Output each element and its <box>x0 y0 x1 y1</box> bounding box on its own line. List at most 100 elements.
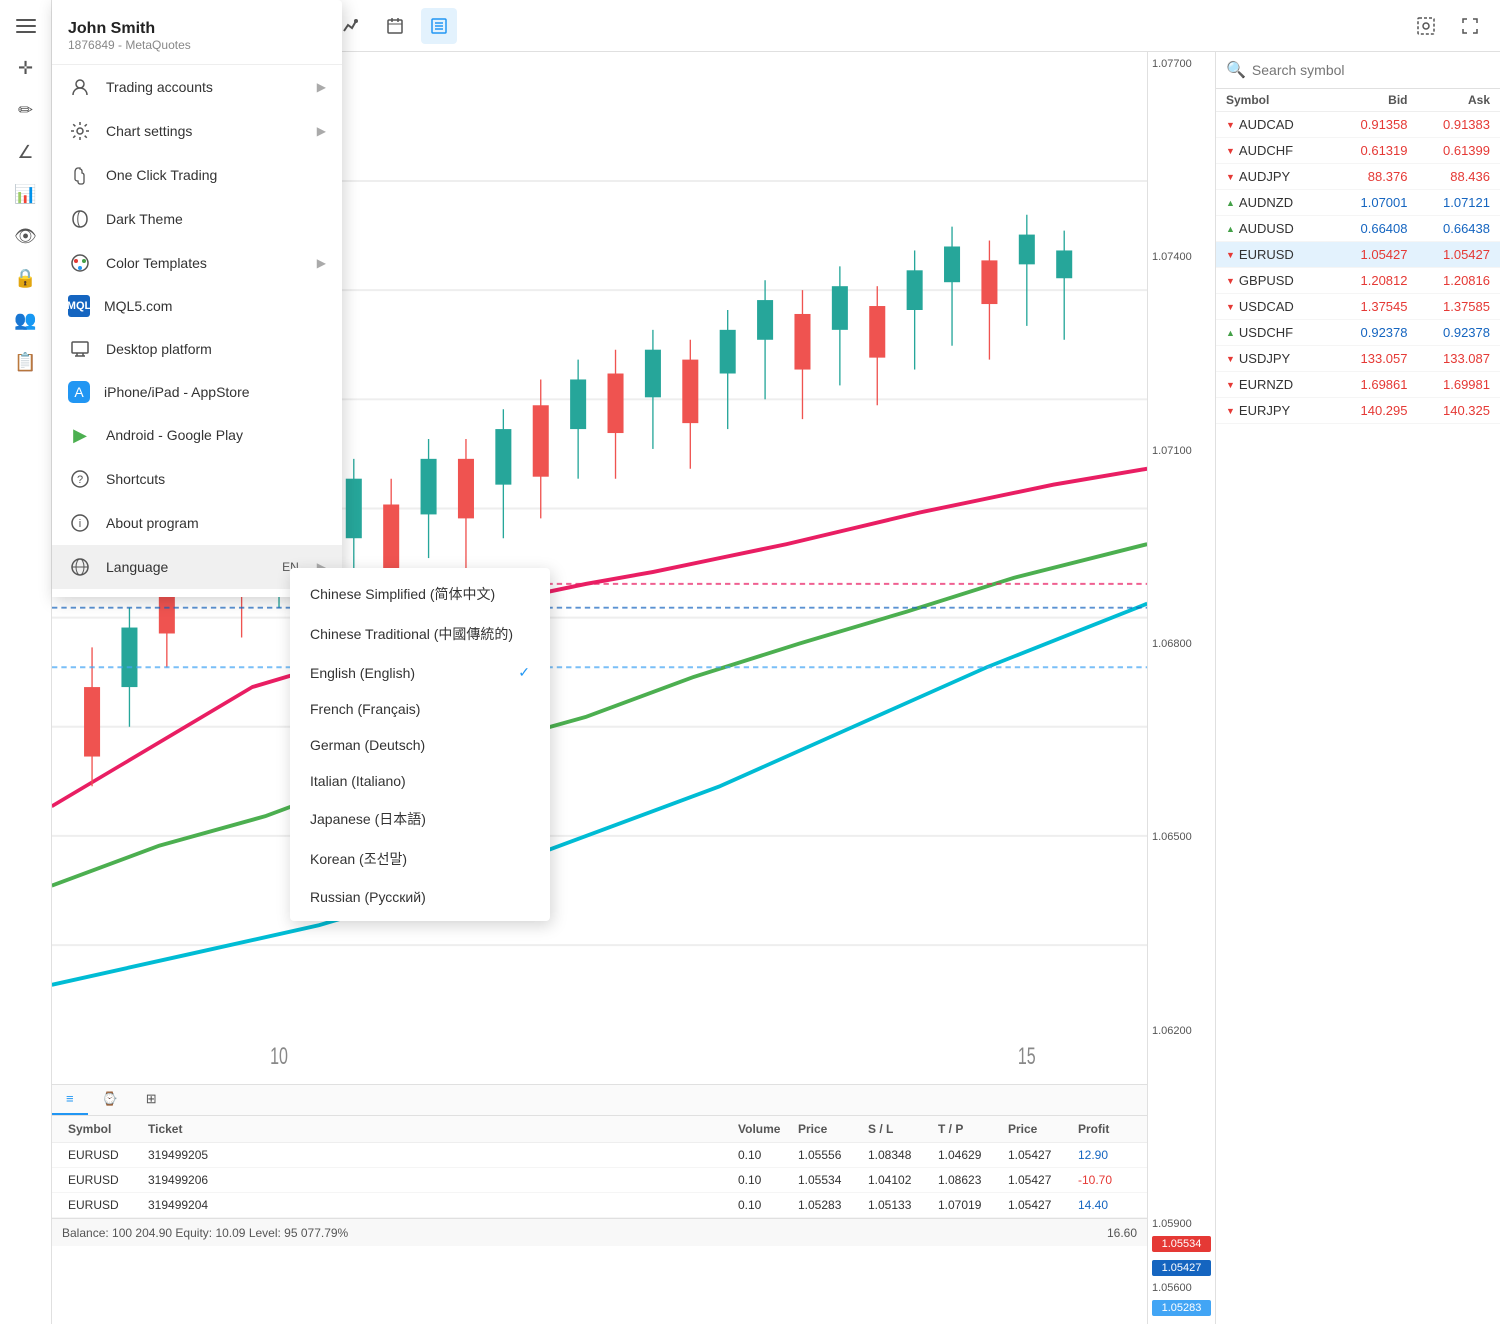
lang-item-chinese-simplified[interactable]: Chinese Simplified (简体中文) <box>290 574 550 614</box>
lang-item-english[interactable]: English (English) ✓ <box>290 654 550 691</box>
lang-item-japanese[interactable]: Japanese (日本語) <box>290 799 550 839</box>
watchlist-row[interactable]: ▼ AUDCHF 0.61319 0.61399 <box>1216 138 1500 164</box>
trades-table-header: Symbol Ticket Volume Price S / L T / P P… <box>52 1116 1147 1143</box>
bottom-tabs: ≡ ⌚ ⊞ <box>52 1085 1147 1116</box>
lang-item-italian[interactable]: Italian (Italiano) <box>290 763 550 799</box>
watchlist-search: 🔍 <box>1216 52 1500 89</box>
watchlist-row[interactable]: ▼ EURNZD 1.69861 1.69981 <box>1216 372 1500 398</box>
price-1: 1.07700 <box>1150 56 1213 72</box>
lang-label-italian: Italian (Italiano) <box>310 773 406 789</box>
sidebar-icon-list[interactable]: 📋 <box>8 344 44 380</box>
total-profit: 16.60 <box>1107 1226 1137 1240</box>
wl-bid: 0.61319 <box>1325 143 1408 158</box>
wl-bid: 1.05427 <box>1325 247 1408 262</box>
menu-item-one-click-trading[interactable]: One Click Trading <box>52 153 342 197</box>
level-text: .09 Level: 95 077.79% <box>229 1226 348 1240</box>
dropdown-menu: John Smith 1876849 - MetaQuotes Trading … <box>52 0 342 597</box>
menu-user-section: John Smith 1876849 - MetaQuotes <box>52 8 342 65</box>
toolbar-list-btn[interactable] <box>421 8 457 44</box>
cell-price-3: 1.05283 <box>792 1196 862 1214</box>
trading-accounts-arrow: ▶ <box>317 80 326 94</box>
wl-symbol: ▲ AUDUSD <box>1226 221 1325 236</box>
lang-label-chinese-traditional: Chinese Traditional (中國傳統的) <box>310 624 513 644</box>
direction-arrow: ▲ <box>1226 198 1235 208</box>
price-tag-dark-blue: 1.05427 <box>1152 1260 1211 1276</box>
menu-item-dark-theme[interactable]: Dark Theme <box>52 197 342 241</box>
menu-item-android-google[interactable]: ▶ Android - Google Play <box>52 413 342 457</box>
sidebar-icon-accounts[interactable]: 👥 <box>8 302 44 338</box>
price-tag-light-blue: 1.05283 <box>1152 1300 1211 1316</box>
price-2: 1.07400 <box>1150 249 1213 265</box>
wl-header-ask: Ask <box>1408 93 1491 107</box>
toolbar-calendar-btn[interactable] <box>377 8 413 44</box>
lang-label-russian: Russian (Русский) <box>310 889 426 905</box>
watchlist-row[interactable]: ▲ USDCHF 0.92378 0.92378 <box>1216 320 1500 346</box>
wl-symbol: ▼ AUDCAD <box>1226 117 1325 132</box>
lang-item-french[interactable]: French (Français) <box>290 691 550 727</box>
direction-arrow: ▼ <box>1226 120 1235 130</box>
toolbar-screenshot-btn[interactable] <box>1408 8 1444 44</box>
watchlist-row[interactable]: ▼ EURJPY 140.295 140.325 <box>1216 398 1500 424</box>
menu-item-chart-settings[interactable]: Chart settings ▶ <box>52 109 342 153</box>
watchlist-row[interactable]: ▼ USDJPY 133.057 133.087 <box>1216 346 1500 372</box>
menu-item-about-program[interactable]: i About program <box>52 501 342 545</box>
watchlist-row[interactable]: ▲ AUDNZD 1.07001 1.07121 <box>1216 190 1500 216</box>
price-6: 1.06200 <box>1150 1023 1213 1039</box>
menu-item-trading-accounts[interactable]: Trading accounts ▶ <box>52 65 342 109</box>
col-price: Price <box>792 1120 862 1138</box>
sidebar-icon-eye[interactable]: 👁 <box>8 218 44 254</box>
watchlist-row[interactable]: ▲ AUDUSD 0.66408 0.66438 <box>1216 216 1500 242</box>
direction-arrow: ▼ <box>1226 172 1235 182</box>
svg-text:?: ? <box>77 474 83 486</box>
sidebar-icon-lock[interactable]: 🔒 <box>8 260 44 296</box>
wl-symbol: ▼ EURUSD <box>1226 247 1325 262</box>
table-row: EURUSD 319499205 0.10 1.05556 1.08348 1.… <box>52 1143 1147 1168</box>
col-curprice: Price <box>1002 1120 1072 1138</box>
sidebar-icon-crosshair[interactable]: ✛ <box>8 50 44 86</box>
lang-item-chinese-traditional[interactable]: Chinese Traditional (中國傳統的) <box>290 614 550 654</box>
tab-positions[interactable]: ≡ <box>52 1085 88 1115</box>
tab-stats[interactable]: ⊞ <box>132 1085 171 1115</box>
cell-price-1: 1.05556 <box>792 1146 862 1164</box>
sidebar-icon-tools[interactable]: ∠ <box>8 134 44 170</box>
search-input[interactable] <box>1252 62 1490 78</box>
lang-item-korean[interactable]: Korean (조선말) <box>290 839 550 879</box>
col-tp: T / P <box>932 1120 1002 1138</box>
menu-item-desktop-platform[interactable]: Desktop platform <box>52 327 342 371</box>
toolbar-fullscreen-btn[interactable] <box>1452 8 1488 44</box>
col-ticket: Ticket <box>142 1120 232 1138</box>
menu-item-shortcuts[interactable]: ? Shortcuts <box>52 457 342 501</box>
wl-bid: 1.37545 <box>1325 299 1408 314</box>
wl-symbol: ▼ EURNZD <box>1226 377 1325 392</box>
cell-vol-1: 0.10 <box>732 1146 792 1164</box>
cell-curprice-2: 1.05427 <box>1002 1171 1072 1189</box>
watchlist-row[interactable]: ▼ AUDJPY 88.376 88.436 <box>1216 164 1500 190</box>
trading-accounts-icon <box>68 75 92 99</box>
wl-symbol: ▼ GBPUSD <box>1226 273 1325 288</box>
watchlist-row[interactable]: ▼ EURUSD 1.05427 1.05427 <box>1216 242 1500 268</box>
menu-item-color-templates[interactable]: Color Templates ▶ <box>52 241 342 285</box>
tab-history[interactable]: ⌚ <box>88 1085 132 1115</box>
col-empty2 <box>482 1120 732 1138</box>
price-8: 1.05600 <box>1152 1282 1211 1294</box>
menu-label-desktop-platform: Desktop platform <box>106 341 326 357</box>
lang-item-german[interactable]: German (Deutsch) <box>290 727 550 763</box>
cell-profit-1: 12.90 <box>1072 1146 1137 1164</box>
watchlist-row[interactable]: ▼ GBPUSD 1.20812 1.20816 <box>1216 268 1500 294</box>
sidebar-icon-indicators[interactable]: 📊 <box>8 176 44 212</box>
watchlist-row[interactable]: ▼ AUDCAD 0.91358 0.91383 <box>1216 112 1500 138</box>
lang-label-french: French (Français) <box>310 701 420 717</box>
shortcuts-icon: ? <box>68 467 92 491</box>
menu-account: 1876849 - MetaQuotes <box>68 38 326 52</box>
color-templates-arrow: ▶ <box>317 256 326 270</box>
menu-label-about-program: About program <box>106 515 326 531</box>
wl-ask: 1.05427 <box>1408 247 1491 262</box>
sidebar-icon-draw[interactable]: ✏ <box>8 92 44 128</box>
lang-item-russian[interactable]: Russian (Русский) <box>290 879 550 915</box>
menu-item-mql5[interactable]: MQL MQL5.com <box>52 285 342 327</box>
table-row: EURUSD 319499204 0.10 1.05283 1.05133 1.… <box>52 1193 1147 1218</box>
left-sidebar: ✛ ✏ ∠ 📊 👁 🔒 👥 📋 <box>0 0 52 1324</box>
watchlist-row[interactable]: ▼ USDCAD 1.37545 1.37585 <box>1216 294 1500 320</box>
menu-item-iphone-appstore[interactable]: A iPhone/iPad - AppStore <box>52 371 342 413</box>
hamburger-menu[interactable] <box>8 8 44 44</box>
